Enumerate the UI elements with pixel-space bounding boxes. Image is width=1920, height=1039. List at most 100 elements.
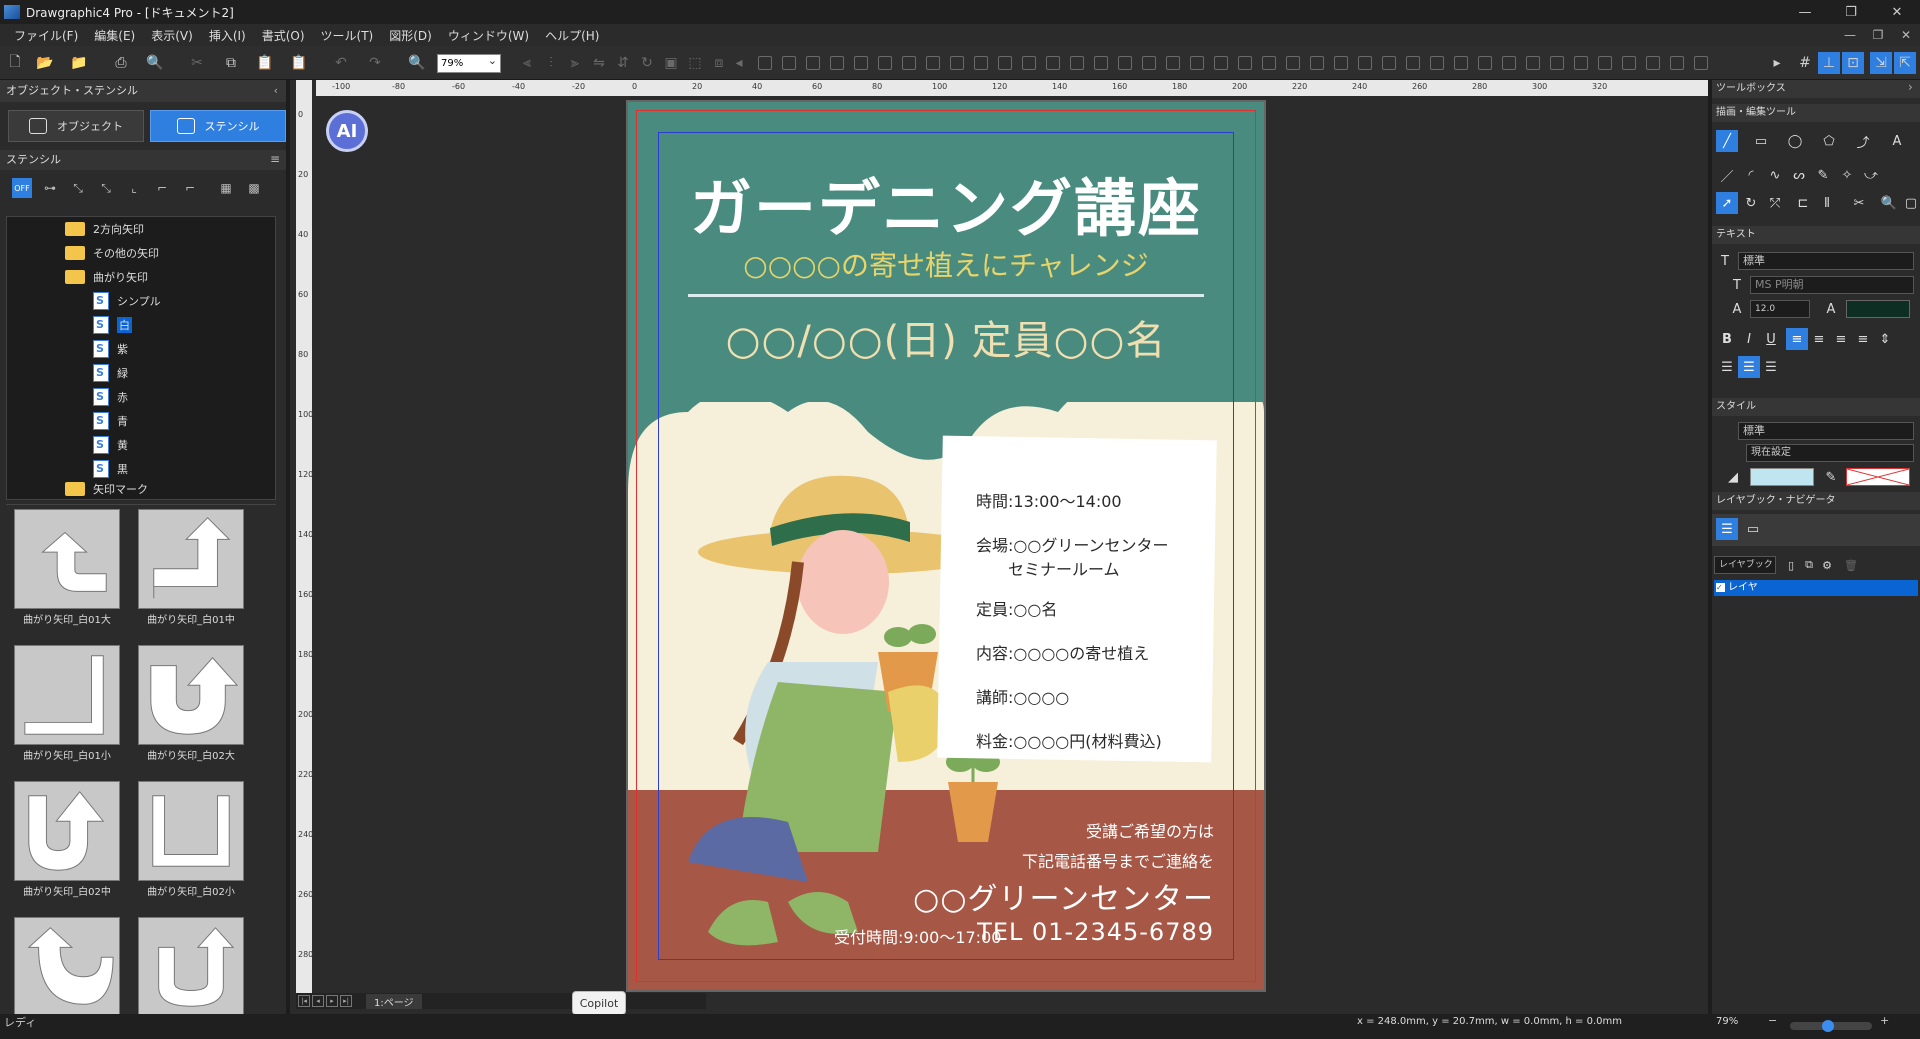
shape-tool-icon[interactable] [1454,56,1468,70]
italic-icon[interactable]: I [1738,328,1760,350]
valign-bottom-icon[interactable]: ☰ [1760,356,1782,378]
shape-tool-icon[interactable] [1406,56,1420,70]
shape-tool-icon[interactable] [950,56,964,70]
print-preview-icon[interactable]: 🔍 [144,52,166,74]
snap-object-icon[interactable]: ⇲ [1870,52,1892,74]
shape-tool-icon[interactable] [1478,56,1492,70]
shape-tool-icon[interactable] [1238,56,1252,70]
shape-tool-icon[interactable] [854,56,868,70]
menu-view[interactable]: 表示(V) [143,27,201,44]
zoom-in-icon[interactable]: + [1880,1014,1889,1027]
menu-insert[interactable]: 挿入(I) [201,27,254,44]
shape-tool-icon[interactable] [782,56,796,70]
shape-tool-icon[interactable] [1574,56,1588,70]
pan-tool-icon[interactable]: ▢ [1900,192,1920,214]
shape-tool-icon[interactable] [1502,56,1516,70]
select-tool-icon[interactable]: ➚ [1716,192,1738,214]
stencil-shape-thumb[interactable] [138,509,244,609]
tree-stencil[interactable]: 緑 [93,363,128,383]
connector-off-button[interactable]: OFF [12,178,32,198]
stencil-shape-thumb[interactable] [138,917,244,1017]
layer-settings-icon[interactable]: ⚙ [1816,554,1838,576]
align-center-text-icon[interactable]: ≡ [1808,328,1830,350]
tab-stencil[interactable]: ステンシル [150,110,286,142]
text-spacing-icon[interactable]: ⇕ [1874,328,1896,350]
tree-folder[interactable]: その他の矢印 [65,243,159,263]
rotate-tool-icon[interactable]: ↻ [1740,192,1762,214]
menu-help[interactable]: ヘルプ(H) [537,27,607,44]
shape-tool-icon[interactable] [926,56,940,70]
stencil-shape-thumb[interactable] [14,917,120,1017]
align-left-text-icon[interactable]: ≡ [1786,328,1808,350]
font-size-select[interactable]: 12.0 [1750,300,1810,318]
shape-tool-icon[interactable] [1166,56,1180,70]
menu-window[interactable]: ウィンドウ(W) [440,27,537,44]
paste-icon[interactable]: 📋 [254,52,276,74]
layerbook-icon[interactable]: ☰ [1716,518,1738,540]
zoom-slider-thumb[interactable] [1822,1020,1834,1032]
align-right-icon[interactable]: ⫸ [564,52,586,74]
doc-minimize-button[interactable]: — [1836,24,1864,46]
tree-folder[interactable]: 曲がり矢印 [65,267,148,287]
tree-stencil[interactable]: 黒 [93,459,128,479]
stencil-shape-thumb[interactable] [14,781,120,881]
align-center-icon[interactable]: ⫶ [540,52,562,74]
polygon-tool-icon[interactable]: ⬠ [1818,130,1840,152]
font-select[interactable]: MS P明朝 [1750,276,1914,294]
point-edit-icon[interactable]: ✧ [1836,164,1858,186]
align-right-text-icon[interactable]: ≡ [1830,328,1852,350]
crop-tool-icon[interactable]: ✂ [1848,192,1870,214]
new-file-icon[interactable]: 🗋 [4,52,26,74]
copy-icon[interactable]: ⧉ [220,52,242,74]
shape-tool-icon[interactable] [830,56,844,70]
stencil-shape-thumb[interactable] [138,645,244,745]
grid-icon[interactable]: # [1794,52,1816,74]
connector-step2-icon[interactable]: ⌐ [180,178,200,198]
close-button[interactable]: ✕ [1874,0,1920,24]
shape-tool-icon[interactable] [1190,56,1204,70]
next-page-icon[interactable]: ▸ [326,995,338,1007]
line-draw-icon[interactable]: ／ [1716,164,1738,186]
pen-tool-icon[interactable]: ✎ [1812,164,1834,186]
text-color-swatch[interactable] [1846,300,1910,318]
rotate-icon[interactable]: ↻ [636,52,658,74]
style-select[interactable]: 標準 [1738,422,1914,440]
shape-tool-icon[interactable] [1598,56,1612,70]
cut-icon[interactable]: ✂ [186,52,208,74]
underline-icon[interactable]: U [1760,328,1782,350]
line-style-select[interactable]: 現在設定 [1746,444,1914,462]
menu-file[interactable]: ファイル(F) [6,27,86,44]
shape-tool-icon[interactable] [1262,56,1276,70]
text-color-icon[interactable]: A [1820,298,1842,320]
menu-format[interactable]: 書式(O) [254,27,313,44]
tree-stencil-selected[interactable]: 白 [93,315,132,335]
shape-tool-icon[interactable] [1118,56,1132,70]
menu-tools[interactable]: ツール(T) [313,27,382,44]
bezier-tool-icon[interactable]: ᔕ [1788,164,1810,186]
tree-folder[interactable]: 矢印マーク [65,479,148,499]
zoom-select[interactable]: 79% [437,52,501,73]
shape-tool-icon[interactable] [1358,56,1372,70]
ellipse-tool-icon[interactable]: ◯ [1784,130,1806,152]
poster-page[interactable]: ガーデニング講座 ○○○○の寄せ植えにチャレンジ ○○/○○(日) 定員○○名 [628,102,1264,990]
connector-elbow-icon[interactable]: ⌞ [124,178,144,198]
line-tool-icon[interactable]: ╱ [1716,130,1738,152]
stencil-shape-thumb[interactable] [138,781,244,881]
snap-icon[interactable]: ⊡ [1842,52,1864,74]
shape-tool-icon[interactable] [878,56,892,70]
shape-tool-icon[interactable] [902,56,916,70]
zoom-icon[interactable]: 🔍 [406,52,428,74]
redo-icon[interactable]: ↷ [364,52,386,74]
last-page-icon[interactable]: ▸| [340,995,352,1007]
shape-tool-icon[interactable] [1022,56,1036,70]
toolbar-scroll-right-icon[interactable]: ▸ [1766,52,1788,74]
connector-step-icon[interactable]: ⌐ [152,178,172,198]
shape-tool-icon[interactable] [758,56,772,70]
layer-row[interactable]: ✓ レイヤ [1714,580,1918,596]
small-grid-view-icon[interactable]: ▦ [216,178,236,198]
collapse-toolbox-icon[interactable]: › [1908,80,1913,94]
bring-front-icon[interactable]: ◂ [728,52,750,74]
ungroup-icon[interactable]: ⬚ [684,52,706,74]
guide-icon[interactable]: ⊥ [1818,52,1840,74]
undo-icon[interactable]: ↶ [330,52,352,74]
